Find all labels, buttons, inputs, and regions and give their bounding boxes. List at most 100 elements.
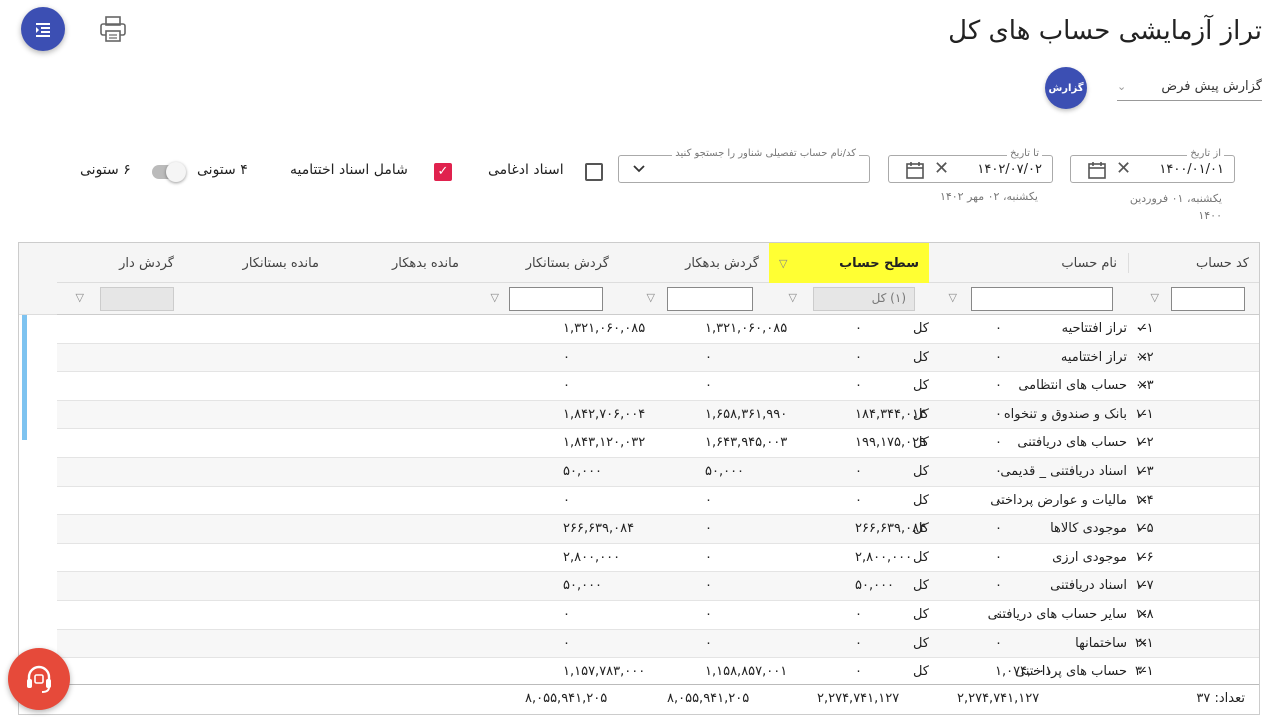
footer-debit-turnover: ۸,۰۵۵,۹۴۱,۲۰۵ bbox=[525, 691, 608, 706]
cell-debit-turnover: ۰ bbox=[563, 349, 570, 365]
header-level[interactable]: سطح حساب ▽ bbox=[769, 243, 929, 283]
filter-code: ▽ bbox=[1129, 287, 1259, 311]
account-search-label: کد/نام حساب تفصیلی شناور را جستجو کنید bbox=[672, 148, 859, 159]
cell-credit-turnover: ۰ bbox=[705, 378, 712, 394]
header-debit-balance[interactable]: مانده بدهکار bbox=[329, 243, 469, 283]
table-row[interactable]: ۱-۴ مالیات و عوارض پرداختی کل ۰ ۰ ۰ ۰ × bbox=[57, 487, 1259, 516]
row-scroll-indicator[interactable] bbox=[19, 315, 57, 683]
table-row[interactable]: ۱-۲ حساب های دریافتنی کل ۱,۸۴۳,۱۲۰,۰۳۲ ۱,۶۴۳… bbox=[57, 429, 1259, 458]
table-row[interactable]: ۰-۱ تراز افتتاحیه کل ۱,۳۲۱,۰۶۰,۰۸۵ ۱,۳۲۱,۰۶۰… bbox=[57, 315, 1259, 344]
calendar-icon[interactable] bbox=[1087, 160, 1107, 180]
cell-credit-turnover: ۰ bbox=[705, 521, 712, 537]
grid-footer: تعداد: ۳۷ ۸,۰۵۵,۹۴۱,۲۰۵ ۸,۰۵۵,۹۴۱,۲۰۵ ۲,… bbox=[19, 684, 1259, 714]
print-icon[interactable] bbox=[98, 14, 128, 44]
cell-has-turnover: × bbox=[1137, 607, 1148, 622]
cell-credit-turnover: ۵۰,۰۰۰ bbox=[705, 464, 745, 479]
table-row[interactable]: ۲-۱ ساختمانها کل ۰ ۰ ۰ ۰ × bbox=[57, 629, 1259, 659]
list-indent-icon bbox=[36, 23, 50, 37]
cell-has-turnover: ✓ bbox=[1137, 406, 1148, 422]
filter-row: ▽ ▽ (۱) کل ▽ ▽ ▽ ▽ bbox=[57, 283, 1259, 315]
cell-debit-turnover: ۲۶۶,۶۳۹,۰۸۴ bbox=[563, 521, 635, 537]
closing-docs-label: شامل اسناد اختتامیه bbox=[290, 162, 408, 178]
grid-header: کد حساب نام حساب سطح حساب ▽ گردش بدهکار … bbox=[57, 243, 1259, 283]
toggle-knob bbox=[166, 162, 186, 182]
to-date-field[interactable]: تا تاریخ ۱۴۰۲/۰۷/۰۲ ✕ bbox=[888, 148, 1053, 183]
cell-debit-turnover: ۰ bbox=[563, 607, 570, 622]
table-row[interactable]: ۰-۳ حساب های انتظامی کل ۰ ۰ ۰ ۰ × bbox=[57, 372, 1259, 401]
footer-credit-balance: ۲,۲۷۴,۷۴۱,۱۲۷ bbox=[957, 691, 1040, 706]
scroll-thumb[interactable] bbox=[22, 315, 27, 440]
table-row[interactable]: ۱-۷ اسناد دریافتنی کل ۵۰,۰۰۰ ۰ ۵۰,۰۰۰ ۰ ✓ bbox=[57, 572, 1259, 601]
filter-active-icon: ▽ bbox=[779, 256, 788, 270]
cell-credit-turnover: ۱,۶۵۸,۳۶۱,۹۹۰ bbox=[705, 406, 788, 422]
filter-icon[interactable]: ▽ bbox=[491, 291, 499, 304]
six-column-label: ۶ ستونی bbox=[80, 162, 131, 178]
header-name[interactable]: نام حساب bbox=[967, 243, 1127, 283]
filter-icon[interactable]: ▽ bbox=[647, 291, 655, 304]
column-mode-toggle[interactable] bbox=[152, 162, 186, 182]
support-button[interactable] bbox=[8, 648, 70, 710]
merge-docs-checkbox[interactable] bbox=[585, 163, 603, 181]
cell-debit-turnover: ۱,۱۵۷,۷۸۳,۰۰۰ bbox=[563, 664, 646, 680]
clear-icon[interactable]: ✕ bbox=[1116, 159, 1131, 179]
filter-icon[interactable]: ▽ bbox=[789, 291, 797, 304]
filter-debit-turnover-input[interactable] bbox=[667, 287, 753, 311]
filter-level: (۱) کل ▽ bbox=[769, 287, 929, 311]
headset-icon bbox=[27, 665, 51, 693]
table-row[interactable]: ۱-۸ سایر حساب های دریافتنی کل ۰ ۰ ۰ ۰ × bbox=[57, 601, 1259, 630]
cell-credit-balance: ۰ bbox=[995, 492, 1002, 508]
filter-has-turnover-input[interactable] bbox=[100, 287, 174, 311]
cell-debit-turnover: ۰ bbox=[563, 378, 570, 394]
to-date-hint: یکشنبه، ۰۲ مهر ۱۴۰۲ bbox=[939, 190, 1038, 203]
cell-credit-turnover: ۰ bbox=[705, 492, 712, 508]
filter-icon[interactable]: ▽ bbox=[949, 291, 957, 304]
filter-icon[interactable]: ▽ bbox=[1151, 291, 1159, 304]
filter-credit-turnover-input[interactable] bbox=[509, 287, 603, 311]
header-divider bbox=[1128, 253, 1129, 273]
cell-credit-turnover: ۰ bbox=[705, 578, 712, 594]
cell-debit-balance: ۰ bbox=[855, 607, 862, 622]
filter-name-input[interactable] bbox=[971, 287, 1113, 311]
report-button[interactable]: گزارش bbox=[1045, 67, 1087, 109]
cell-debit-balance: ۵۰,۰۰۰ bbox=[855, 578, 895, 594]
cell-credit-turnover: ۱,۳۲۱,۰۶۰,۰۸۵ bbox=[705, 321, 788, 336]
filter-icon[interactable]: ▽ bbox=[76, 291, 84, 304]
cell-debit-balance: ۱۸۴,۳۴۴,۰۱۴ bbox=[855, 406, 927, 422]
cell-debit-turnover: ۱,۸۴۲,۷۰۶,۰۰۴ bbox=[563, 406, 646, 422]
footer-debit-balance: ۲,۲۷۴,۷۴۱,۱۲۷ bbox=[817, 691, 900, 706]
cell-has-turnover: × bbox=[1137, 492, 1148, 508]
closing-docs-checkbox[interactable]: ✓ bbox=[434, 163, 452, 181]
chevron-down-icon[interactable] bbox=[633, 164, 645, 174]
to-date-label: تا تاریخ bbox=[1007, 148, 1042, 159]
header-code[interactable]: کد حساب bbox=[1129, 243, 1259, 283]
cell-credit-balance: ۰ bbox=[995, 349, 1002, 365]
header-debit-turnover[interactable]: گردش بدهکار bbox=[619, 243, 769, 283]
cell-credit-turnover: ۰ bbox=[705, 549, 712, 565]
menu-button[interactable] bbox=[21, 7, 65, 51]
cell-credit-turnover: ۰ bbox=[705, 607, 712, 622]
cell-credit-balance: ۰ bbox=[995, 578, 1002, 594]
filter-level-input[interactable]: (۱) کل bbox=[813, 287, 915, 311]
filter-code-input[interactable] bbox=[1171, 287, 1245, 311]
cell-has-turnover: × bbox=[1137, 635, 1148, 651]
table-row[interactable]: ۳-۱ حساب های پرداختنی کل ۱,۱۵۷,۷۸۳,۰۰۰ ۱,۱۵۸… bbox=[57, 658, 1259, 687]
table-row[interactable]: ۱-۳ اسناد دریافتنی _ قدیمی کل ۵۰,۰۰۰ ۵۰,۰۰۰ ۰… bbox=[57, 458, 1259, 487]
cell-credit-balance: ۰ bbox=[995, 521, 1002, 537]
table-row[interactable]: ۰-۲ تراز اختتامیه کل ۰ ۰ ۰ ۰ × bbox=[57, 343, 1259, 373]
cell-debit-balance: ۰ bbox=[855, 349, 862, 365]
header-credit-balance[interactable]: مانده بستانکار bbox=[184, 243, 329, 283]
header-has-turnover[interactable]: گردش دار bbox=[55, 243, 184, 283]
cell-credit-balance: ۰ bbox=[995, 464, 1002, 479]
clear-icon[interactable]: ✕ bbox=[934, 159, 949, 179]
cell-credit-balance: ۰ bbox=[995, 435, 1002, 451]
table-row[interactable]: ۱-۵ موجودی کالاها کل ۲۶۶,۶۳۹,۰۸۴ ۰ ۲۶۶,۶۳۹,۰۸… bbox=[57, 515, 1259, 544]
calendar-icon[interactable] bbox=[905, 160, 925, 180]
table-row[interactable]: ۱-۱ بانک و صندوق و تنخواه کل ۱,۸۴۲,۷۰۶,۰۰۴ ۱… bbox=[57, 400, 1259, 430]
report-select[interactable]: گزارش پیش فرض ⌄ bbox=[1117, 73, 1262, 101]
from-date-value: ۱۴۰۰/۰۱/۰۱ bbox=[1159, 162, 1224, 177]
from-date-field[interactable]: از تاریخ ۱۴۰۰/۰۱/۰۱ ✕ bbox=[1070, 148, 1235, 183]
account-search-field[interactable]: کد/نام حساب تفصیلی شناور را جستجو کنید bbox=[618, 148, 870, 183]
cell-has-turnover: ✓ bbox=[1137, 664, 1148, 680]
table-row[interactable]: ۱-۶ موجودی ارزی کل ۲,۸۰۰,۰۰۰ ۰ ۲,۸۰۰,۰۰۰ ۰ ✓ bbox=[57, 544, 1259, 573]
header-credit-turnover[interactable]: گردش بستانکار bbox=[469, 243, 619, 283]
